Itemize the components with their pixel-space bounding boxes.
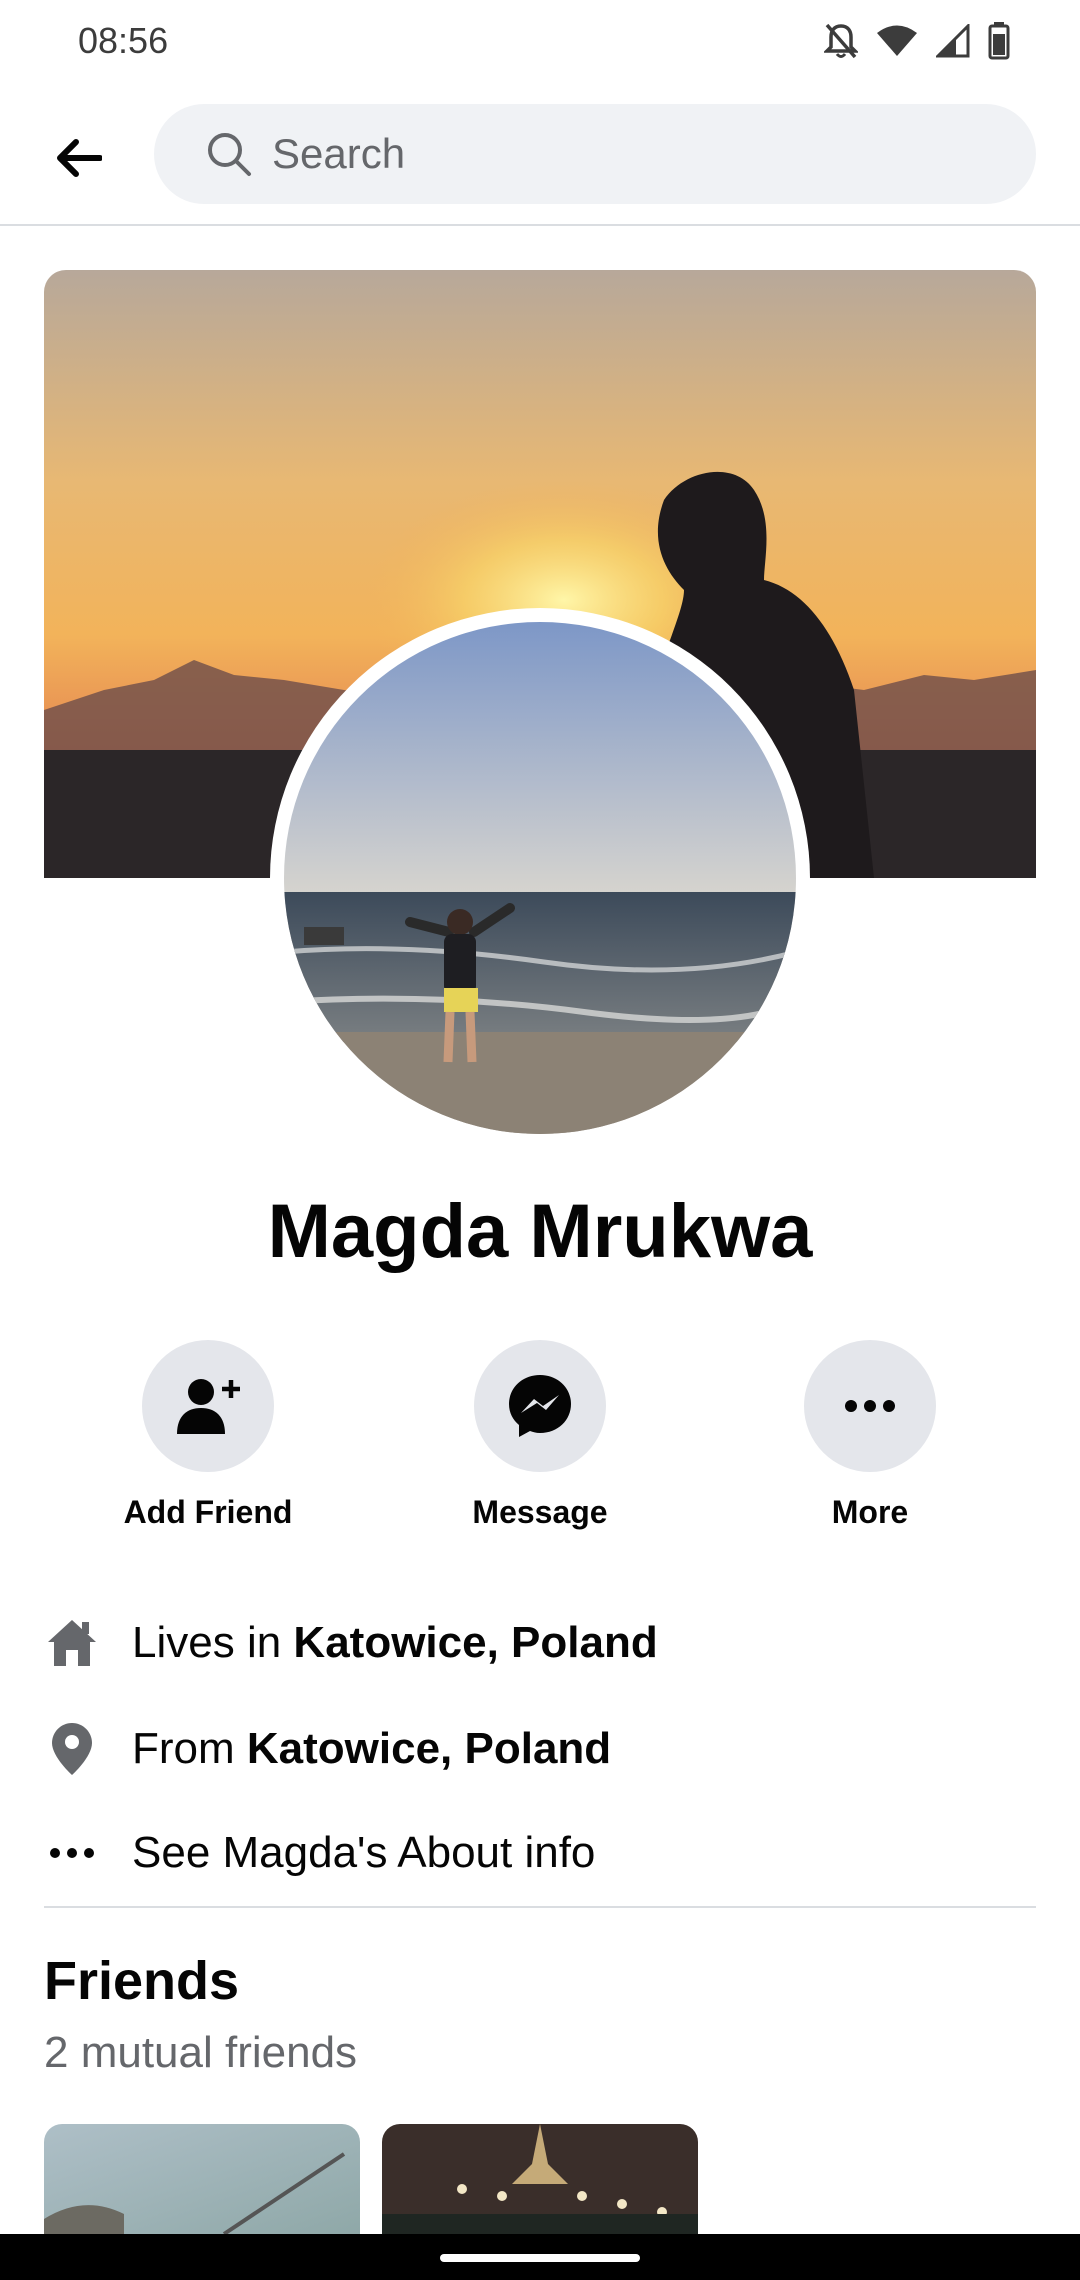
friend-thumbnail[interactable] (44, 2124, 360, 2234)
profile-name: Magda Mrukwa (267, 1189, 813, 1274)
more-dots-icon (845, 1400, 895, 1412)
lives-prefix: Lives in (132, 1618, 294, 1667)
message-button[interactable]: Message (420, 1340, 660, 1531)
search-icon (208, 133, 251, 176)
message-label: Message (472, 1494, 608, 1530)
header-divider (0, 224, 1080, 226)
about-info-link[interactable]: See Magda's About info (44, 1818, 1034, 1888)
add-friend-label: Add Friend (123, 1494, 293, 1530)
mutual-friends-count[interactable]: 2 mutual friends (44, 2028, 357, 2078)
battery-icon (988, 22, 1010, 60)
status-time: 08:56 (78, 20, 169, 61)
info-row-lives: Lives in Katowice, Poland (44, 1608, 1034, 1678)
from-prefix: From (132, 1724, 247, 1773)
lives-place-link[interactable]: Katowice, Poland (293, 1618, 657, 1667)
back-button[interactable] (40, 120, 116, 196)
wifi-icon (877, 25, 917, 56)
status-icons (824, 22, 1010, 60)
notifications-off-icon (824, 23, 858, 59)
section-divider (44, 1906, 1036, 1908)
location-pin-icon (52, 1723, 92, 1775)
info-row-from: From Katowice, Poland (44, 1714, 1034, 1784)
back-arrow-icon (57, 139, 102, 177)
search-input[interactable] (270, 129, 974, 179)
search-bar[interactable] (154, 104, 1036, 204)
add-friend-icon (177, 1379, 240, 1434)
home-gesture-handle[interactable] (440, 2254, 640, 2262)
profile-picture[interactable] (284, 622, 796, 1134)
about-info-label: See Magda's About info (132, 1828, 596, 1877)
home-icon (48, 1620, 96, 1666)
friends-title: Friends (44, 1951, 240, 2011)
signal-icon (936, 24, 970, 58)
from-place-link[interactable]: Katowice, Poland (247, 1724, 611, 1773)
friend-thumbnail[interactable] (382, 2124, 698, 2234)
more-label: More (831, 1494, 909, 1530)
more-horizontal-icon (50, 1848, 94, 1858)
messenger-icon (509, 1375, 571, 1437)
more-button[interactable]: More (750, 1340, 990, 1531)
add-friend-button[interactable]: Add Friend (88, 1340, 328, 1531)
